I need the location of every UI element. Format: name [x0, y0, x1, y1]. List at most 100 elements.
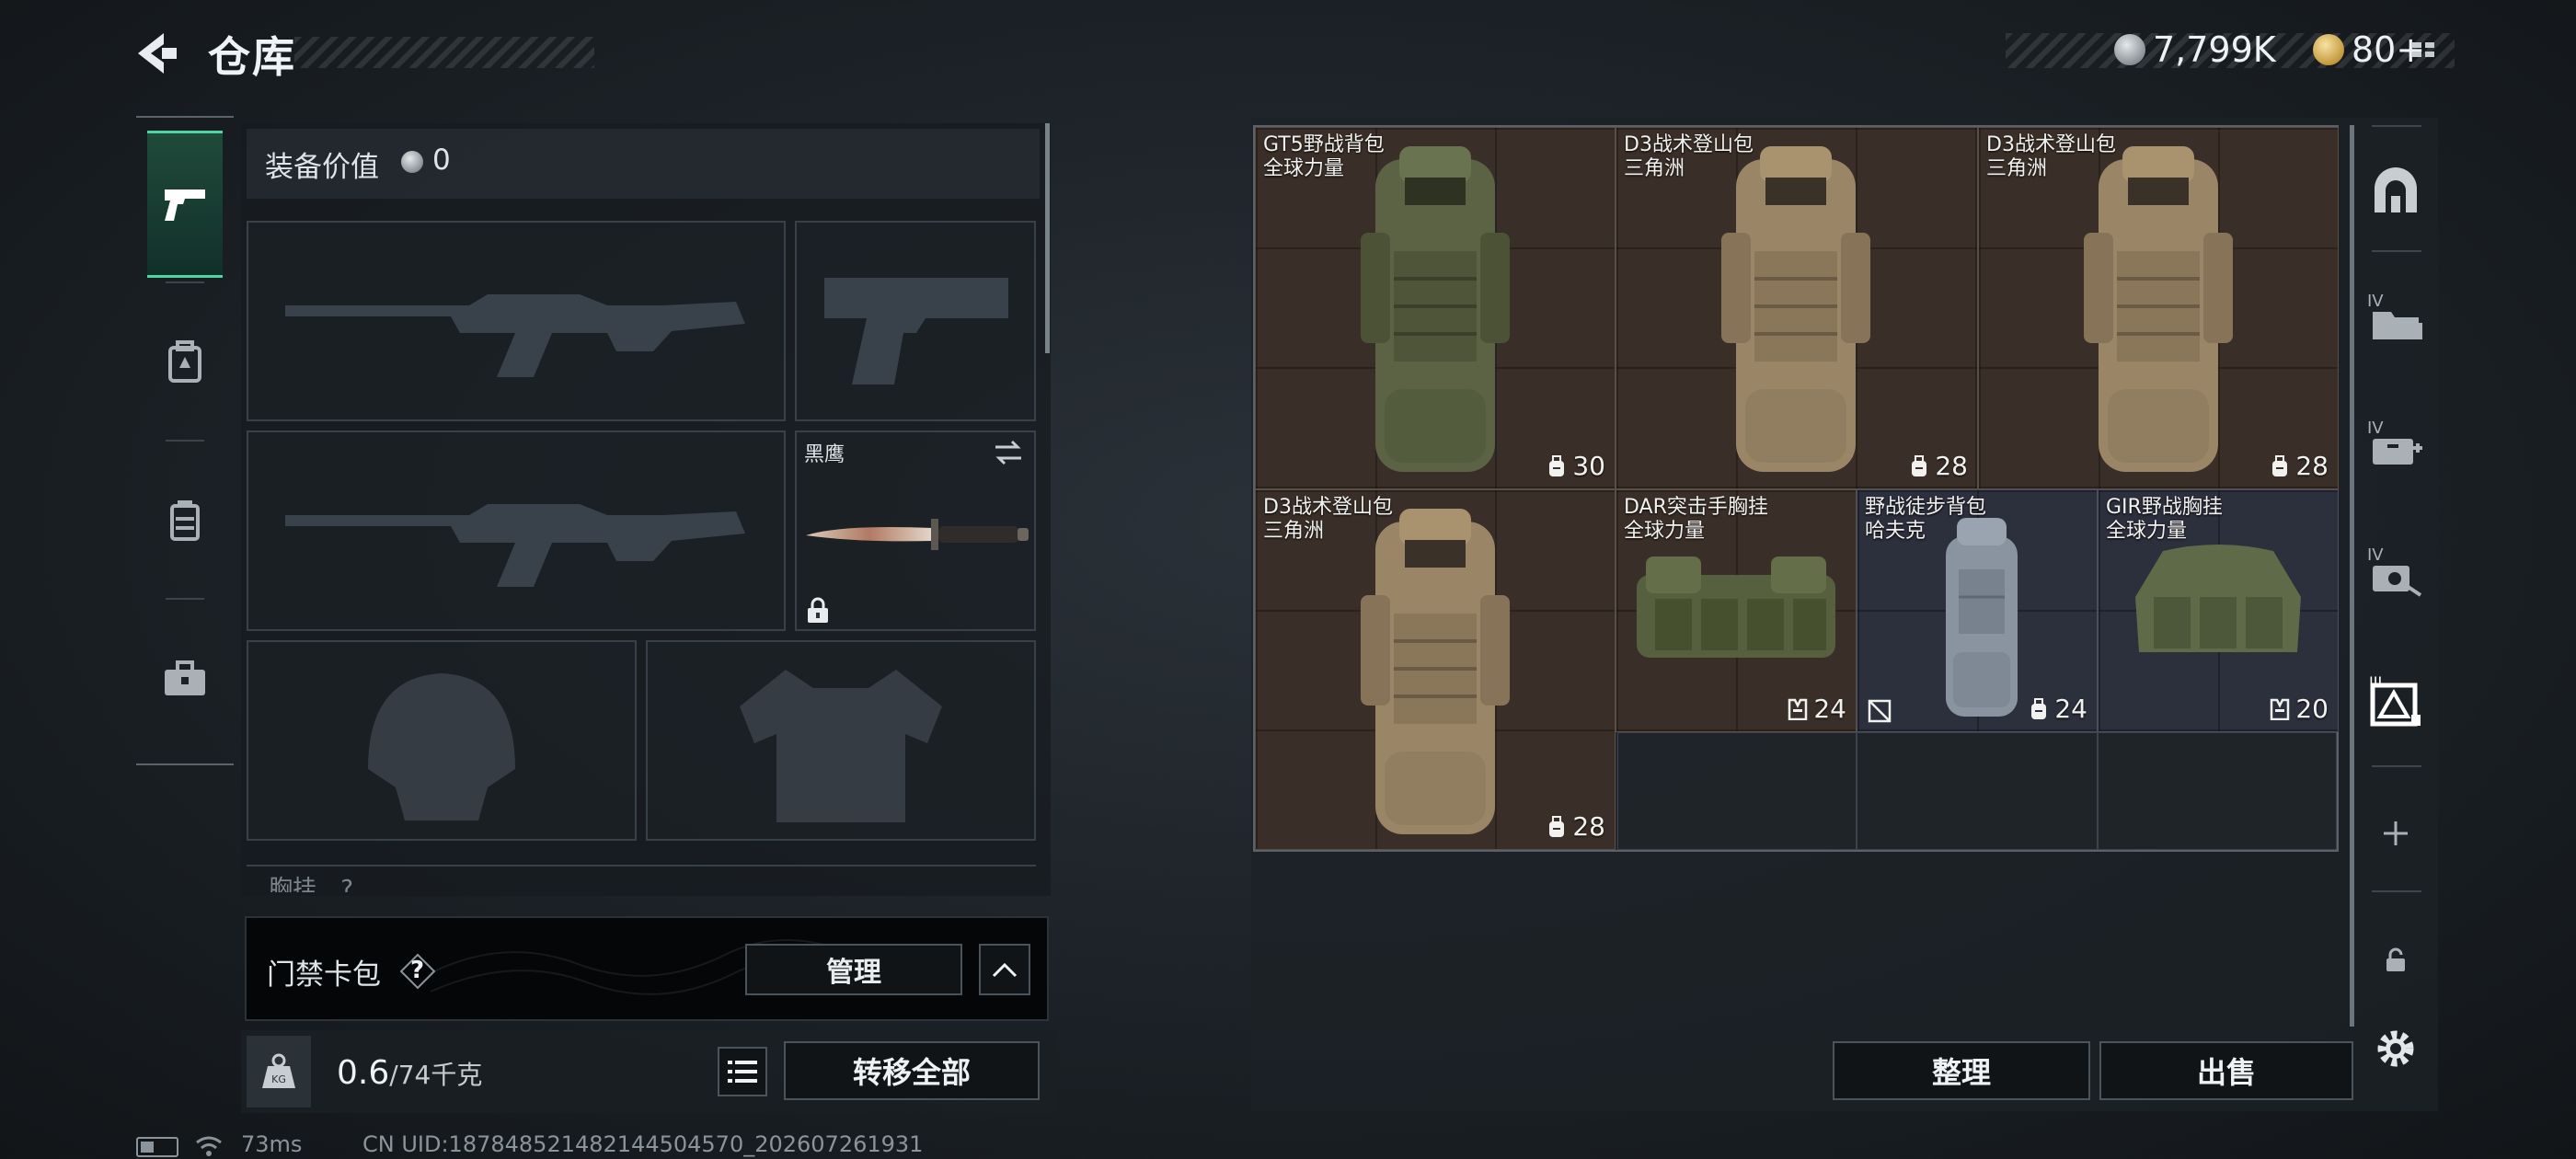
chest-rig-help: ?	[340, 876, 354, 892]
empty-cell[interactable]	[1617, 732, 1857, 850]
title-decoration	[294, 37, 594, 68]
container-icon	[170, 500, 200, 541]
chest-rig-image	[1637, 557, 1835, 658]
access-card-help-button[interactable]: ?	[399, 953, 436, 990]
item-d3-backpack[interactable]: D3战术登山包 三角洲 28	[1978, 127, 2339, 489]
equipment-value-label: 装备价值	[265, 151, 379, 184]
silver-amount: 7,799K	[2153, 29, 2276, 70]
svg-text:IV: IV	[2367, 545, 2384, 565]
backpack-image	[1361, 509, 1510, 834]
backpack-image	[1721, 146, 1870, 472]
chest-rig-row[interactable]: 胸挂 ?	[247, 865, 1036, 892]
rifle-silhouette-icon	[285, 504, 745, 587]
gold-currency[interactable]: 80+	[2313, 29, 2425, 70]
svg-text:IV: IV	[2367, 419, 2384, 438]
item-label: DAR突击手胸挂 全球力量	[1624, 496, 1768, 543]
wifi-icon	[195, 1135, 223, 1159]
empty-cell[interactable]	[1857, 732, 2098, 850]
transfer-all-button[interactable]: 转移全部	[784, 1041, 1040, 1100]
back-button[interactable]	[129, 26, 184, 81]
storage-iv-medical-icon[interactable]: IV	[2366, 414, 2425, 473]
chest-rig-image	[2135, 545, 2301, 652]
storage-iii-triangle-icon[interactable]: III	[2366, 671, 2425, 730]
back-arrow-icon	[138, 33, 177, 74]
melee-name: 黑鹰	[804, 443, 845, 466]
swap-icon[interactable]	[992, 438, 1025, 467]
helmet-slot[interactable]	[247, 640, 637, 841]
vest-capacity-icon	[1788, 698, 1808, 720]
silver-currency: 7,799K	[2114, 29, 2276, 70]
not-sellable-icon	[1868, 699, 1892, 723]
tab-container[interactable]	[147, 447, 223, 594]
tab-backpack[interactable]	[147, 289, 223, 436]
storage-iv-key-icon[interactable]: IV	[2366, 541, 2425, 600]
item-capacity: 28	[2270, 451, 2329, 481]
lock-icon[interactable]	[2366, 931, 2425, 990]
rifle-silhouette-icon	[285, 294, 745, 377]
primary-weapon-slot-1[interactable]	[247, 221, 786, 421]
armor-slot[interactable]	[646, 640, 1036, 841]
melee-slot[interactable]: 黑鹰	[795, 430, 1036, 631]
category-tabs	[136, 116, 234, 765]
lock-icon	[808, 597, 828, 623]
toolbox-icon	[165, 660, 205, 695]
backpack-image	[2084, 146, 2233, 472]
item-label: 野战徒步背包 哈夫克	[1865, 496, 1987, 543]
backpack-capacity-icon	[1549, 815, 1565, 837]
list-view-button[interactable]	[718, 1047, 767, 1096]
page-title: 仓库	[208, 32, 296, 82]
tab-medkit[interactable]	[147, 605, 223, 752]
item-gir-chest-rig[interactable]: GIR野战胸挂 全球力量 20	[2098, 489, 2339, 732]
gold-coin-icon	[2313, 34, 2344, 65]
weight-current: 0.6	[337, 1054, 390, 1092]
list-icon	[728, 1061, 757, 1083]
svg-text:IV: IV	[2367, 292, 2384, 311]
add-icon[interactable]	[2366, 804, 2425, 863]
item-gt5-backpack[interactable]: GT5野战背包 全球力量 30	[1255, 127, 1616, 489]
vest-capacity-icon	[2271, 698, 2290, 720]
weight-kg-icon: KG	[262, 1053, 295, 1088]
backpack-ammo-icon	[168, 340, 201, 383]
sort-button[interactable]: 整理	[1833, 1041, 2090, 1100]
battery-icon	[136, 1137, 178, 1157]
item-label: GT5野战背包 全球力量	[1263, 133, 1385, 180]
storage-iv-folder-icon[interactable]: IV	[2366, 287, 2425, 346]
backpack-capacity-icon	[1549, 454, 1565, 476]
item-label: D3战术登山包 三角洲	[1263, 496, 1393, 543]
home-arch-icon[interactable]	[2366, 162, 2425, 221]
item-label: D3战术登山包 三角洲	[1986, 133, 2116, 180]
sell-button[interactable]: 出售	[2099, 1041, 2353, 1100]
ping-text: 73ms	[241, 1131, 303, 1157]
backpack-image	[1946, 518, 2018, 717]
item-d3-backpack[interactable]: D3战术登山包 三角洲 28	[1255, 489, 1616, 850]
equipment-value: 0	[432, 143, 451, 177]
weight-icon-box: KG	[247, 1036, 311, 1107]
item-dar-chest-rig[interactable]: DAR突击手胸挂 全球力量 24	[1616, 489, 1857, 732]
expand-dots-icon[interactable]	[2412, 42, 2440, 61]
item-capacity: 30	[1547, 451, 1605, 481]
helmet-silhouette-icon	[368, 673, 515, 820]
manage-button[interactable]: 管理	[745, 944, 962, 995]
item-d3-backpack[interactable]: D3战术登山包 三角洲 28	[1616, 127, 1978, 489]
chevron-up-icon	[992, 962, 1018, 978]
item-label: D3战术登山包 三角洲	[1624, 133, 1754, 180]
item-label: GIR野战胸挂 全球力量	[2106, 496, 2223, 543]
backpack-image	[1361, 146, 1510, 472]
tab-weapons[interactable]	[147, 131, 223, 278]
item-capacity: 24	[2029, 694, 2087, 724]
pistol-slot[interactable]	[795, 221, 1036, 421]
backpack-capacity-icon	[2272, 454, 2288, 476]
armor-silhouette-icon	[740, 670, 942, 822]
collapse-button[interactable]	[979, 944, 1030, 995]
svg-text:KG: KG	[271, 1073, 286, 1085]
item-hiking-backpack[interactable]: 野战徒步背包 哈夫克 24	[1857, 489, 2098, 732]
pistol-icon	[165, 189, 205, 221]
settings-gear-icon[interactable]	[2366, 1019, 2425, 1078]
knife-image	[806, 519, 1029, 550]
empty-cell[interactable]	[2098, 732, 2337, 850]
item-capacity: 20	[2270, 694, 2329, 724]
stash-scrollbar[interactable]	[2350, 125, 2354, 1027]
equipment-scrollbar[interactable]	[1045, 123, 1050, 353]
uid-text: CN UID:187848521482144504570_20260726193…	[362, 1131, 924, 1157]
primary-weapon-slot-2[interactable]	[247, 430, 786, 631]
